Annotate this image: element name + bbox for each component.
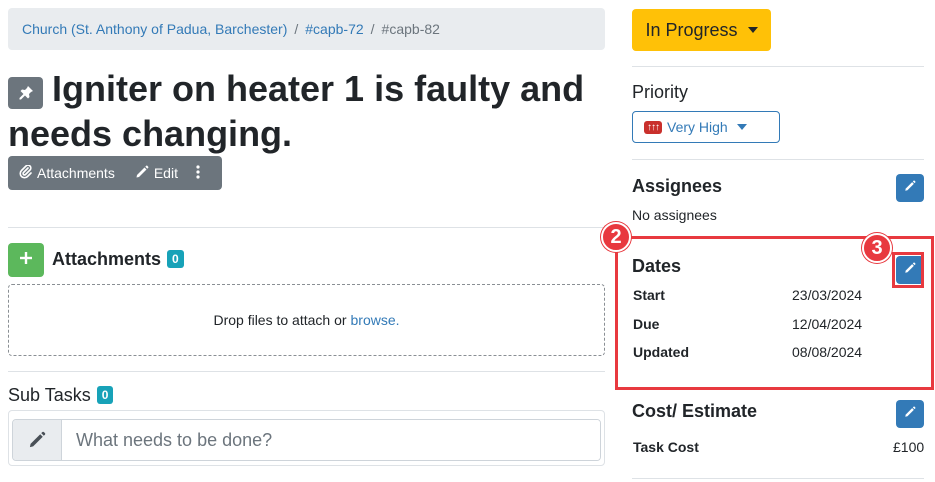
chevron-down-icon (747, 27, 758, 33)
new-subtask-input[interactable] (62, 420, 600, 460)
chevron-down-icon (736, 124, 747, 130)
edit-assignees-button[interactable] (896, 174, 924, 202)
edit-button-label: Edit (153, 165, 178, 181)
priority-label: Very High (667, 119, 728, 135)
paperclip-icon (19, 163, 32, 182)
attachments-heading: Attachments 0 (52, 249, 184, 270)
priority-heading: Priority (632, 82, 689, 102)
attachments-count-badge: 0 (167, 250, 184, 268)
edit-dates-highlight-annotation (892, 252, 924, 288)
dropzone-text: Drop files to attach or (213, 312, 347, 328)
plus-icon (19, 251, 33, 270)
breadcrumb-link-church[interactable]: Church (St. Anthony of Padua, Barchester… (22, 21, 287, 37)
more-actions-button[interactable] (188, 156, 210, 190)
task-cost-key: Task Cost (633, 439, 699, 455)
attachments-button-label: Attachments (37, 165, 115, 181)
divider (632, 66, 924, 67)
step-2-badge: 2 (601, 222, 631, 252)
breadcrumb-current: #capb-82 (381, 21, 440, 37)
task-toolbar: Attachments Edit (8, 156, 222, 190)
assignees-empty-text: No assignees (632, 207, 717, 223)
divider (8, 371, 605, 372)
breadcrumb-separator: / (294, 21, 299, 37)
status-dropdown[interactable]: In Progress (632, 9, 771, 51)
subtasks-heading: Sub Tasks 0 (8, 385, 114, 406)
attachments-button[interactable]: Attachments (8, 156, 125, 190)
pencil-icon (904, 179, 916, 197)
status-label: In Progress (645, 19, 738, 40)
subtasks-heading-text: Sub Tasks (8, 385, 91, 405)
breadcrumb-link-parent-task[interactable]: #capb-72 (305, 21, 363, 37)
add-attachment-button[interactable] (8, 243, 44, 277)
pencil-icon (135, 165, 149, 182)
cost-heading: Cost/ Estimate (632, 401, 758, 421)
edit-cost-button[interactable] (896, 400, 924, 428)
task-title-text: Igniter on heater 1 is faulty and needs … (8, 68, 585, 154)
priority-dropdown[interactable]: ↑↑↑ Very High (632, 111, 780, 143)
breadcrumb: Church (St. Anthony of Padua, Barchester… (8, 8, 605, 50)
pencil-icon (13, 420, 62, 460)
pencil-icon (904, 405, 916, 423)
subtasks-count-badge: 0 (96, 386, 114, 404)
divider (632, 478, 924, 479)
pin-icon (8, 77, 43, 109)
browse-link[interactable]: browse. (351, 312, 400, 328)
attachment-dropzone[interactable]: Drop files to attach or browse. (8, 284, 605, 356)
priority-arrows-icon: ↑↑↑ (644, 120, 662, 134)
new-subtask-input-group (12, 419, 601, 461)
divider (8, 227, 605, 228)
step-3-badge: 3 (862, 233, 892, 263)
divider (632, 159, 924, 160)
page-title: Igniter on heater 1 is faulty and needs … (8, 66, 598, 156)
assignees-heading: Assignees (632, 176, 723, 196)
attachments-heading-text: Attachments (52, 249, 162, 269)
kebab-icon (196, 164, 200, 182)
edit-button[interactable]: Edit (125, 156, 188, 190)
breadcrumb-separator: / (370, 21, 375, 37)
task-cost-value: £100 (893, 439, 925, 455)
